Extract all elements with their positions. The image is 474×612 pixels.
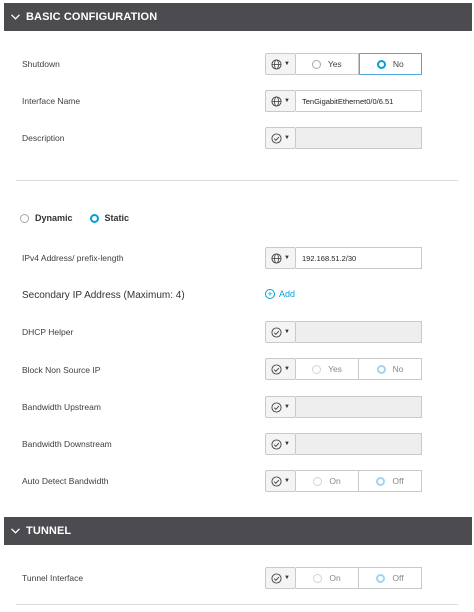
check-circle-icon — [271, 572, 282, 584]
chevron-down-icon[interactable] — [4, 14, 26, 20]
option-label: Yes — [328, 364, 342, 374]
radio-icon — [313, 476, 323, 486]
address-mode-dynamic[interactable]: Dynamic — [20, 213, 73, 223]
interface-name-scope-dropdown[interactable]: ▼ — [265, 90, 296, 112]
caret-down-icon: ▼ — [284, 61, 290, 67]
shutdown-label: Shutdown — [22, 59, 60, 69]
caret-down-icon: ▼ — [284, 366, 290, 372]
bandwidth-downstream-label: Bandwidth Downstream — [22, 439, 112, 449]
auto-detect-option-off[interactable]: Off — [359, 470, 422, 492]
dhcp-helper-field[interactable] — [296, 321, 422, 343]
auto-detect-option-on[interactable]: On — [296, 470, 359, 492]
basic-configuration-header[interactable]: BASIC CONFIGURATION — [4, 3, 472, 31]
caret-down-icon: ▼ — [284, 255, 290, 261]
radio-icon — [20, 213, 29, 223]
globe-icon — [271, 252, 282, 264]
interface-name-label: Interface Name — [22, 96, 81, 106]
radio-selected-icon — [376, 476, 386, 486]
radio-selected-icon — [376, 59, 386, 69]
add-label: Add — [279, 289, 296, 299]
bandwidth-downstream-field[interactable] — [296, 433, 422, 455]
bandwidth-downstream-scope-dropdown[interactable]: ▼ — [265, 433, 296, 455]
tunnel-header[interactable]: TUNNEL — [4, 517, 472, 545]
radio-icon — [313, 573, 323, 583]
radio-icon — [311, 59, 321, 69]
tunnel-interface-toggle: On Off — [296, 567, 422, 589]
bandwidth-upstream-field[interactable] — [296, 396, 422, 418]
block-non-source-toggle: Yes No — [296, 358, 422, 380]
shutdown-option-no[interactable]: No — [358, 53, 422, 75]
plus-circle-icon: + — [265, 289, 275, 299]
option-label: Yes — [327, 59, 342, 69]
option-label: No — [392, 59, 404, 69]
divider — [16, 604, 458, 605]
block-non-source-option-yes[interactable]: Yes — [296, 358, 359, 380]
option-label: No — [392, 364, 404, 374]
description-scope-dropdown[interactable]: ▼ — [265, 127, 296, 149]
auto-detect-bandwidth-label: Auto Detect Bandwidth — [22, 476, 109, 486]
radio-icon — [312, 364, 322, 374]
auto-detect-toggle: On Off — [296, 470, 422, 492]
check-circle-icon — [271, 438, 282, 450]
check-circle-icon — [271, 475, 282, 487]
auto-detect-scope-dropdown[interactable]: ▼ — [265, 470, 296, 492]
option-label: On — [329, 573, 341, 583]
description-field[interactable] — [296, 127, 422, 149]
section-title: TUNNEL — [26, 525, 72, 537]
caret-down-icon: ▼ — [284, 98, 290, 104]
radio-selected-icon — [89, 213, 99, 223]
add-secondary-ip-button[interactable]: + Add — [265, 289, 295, 299]
option-label: On — [329, 476, 341, 486]
tunnel-interface-option-off[interactable]: Off — [359, 567, 422, 589]
check-circle-icon — [271, 326, 282, 338]
dhcp-helper-label: DHCP Helper — [22, 327, 74, 337]
shutdown-toggle: Yes No — [296, 53, 422, 75]
tunnel-interface-option-on[interactable]: On — [296, 567, 359, 589]
globe-icon — [271, 58, 282, 70]
option-label: Off — [392, 476, 404, 486]
tunnel-interface-label: Tunnel Interface — [22, 573, 84, 583]
option-label: Dynamic — [35, 213, 73, 223]
tunnel-interface-scope-dropdown[interactable]: ▼ — [265, 567, 296, 589]
shutdown-option-yes[interactable]: Yes — [296, 53, 359, 75]
check-circle-icon — [271, 363, 282, 375]
globe-icon — [271, 95, 282, 107]
caret-down-icon: ▼ — [284, 575, 290, 581]
description-label: Description — [22, 133, 65, 143]
address-mode-selector: Dynamic Static — [20, 213, 146, 223]
interface-name-field[interactable]: TenGigabitEthernet0/0/6.51 — [296, 90, 422, 112]
chevron-down-icon[interactable] — [4, 528, 26, 534]
caret-down-icon: ▼ — [284, 135, 290, 141]
secondary-ip-label: Secondary IP Address (Maximum: 4) — [22, 290, 185, 301]
block-non-source-option-no[interactable]: No — [359, 358, 422, 380]
dhcp-helper-scope-dropdown[interactable]: ▼ — [265, 321, 296, 343]
check-circle-icon — [271, 132, 282, 144]
option-label: Static — [104, 213, 130, 223]
radio-selected-icon — [376, 573, 386, 583]
bandwidth-upstream-scope-dropdown[interactable]: ▼ — [265, 396, 296, 418]
caret-down-icon: ▼ — [284, 478, 290, 484]
bandwidth-upstream-label: Bandwidth Upstream — [22, 402, 101, 412]
divider — [16, 180, 458, 181]
check-circle-icon — [271, 401, 282, 413]
block-non-source-scope-dropdown[interactable]: ▼ — [265, 358, 296, 380]
ipv4-field[interactable]: 192.168.51.2/30 — [296, 247, 422, 269]
ipv4-label: IPv4 Address/ prefix-length — [22, 253, 124, 263]
section-title: BASIC CONFIGURATION — [26, 11, 158, 23]
caret-down-icon: ▼ — [284, 329, 290, 335]
radio-selected-icon — [376, 364, 386, 374]
ipv4-scope-dropdown[interactable]: ▼ — [265, 247, 296, 269]
shutdown-scope-dropdown[interactable]: ▼ — [265, 53, 296, 75]
block-non-source-ip-label: Block Non Source IP — [22, 365, 101, 375]
caret-down-icon: ▼ — [284, 441, 290, 447]
caret-down-icon: ▼ — [284, 404, 290, 410]
address-mode-static[interactable]: Static — [89, 213, 130, 223]
option-label: Off — [392, 573, 404, 583]
